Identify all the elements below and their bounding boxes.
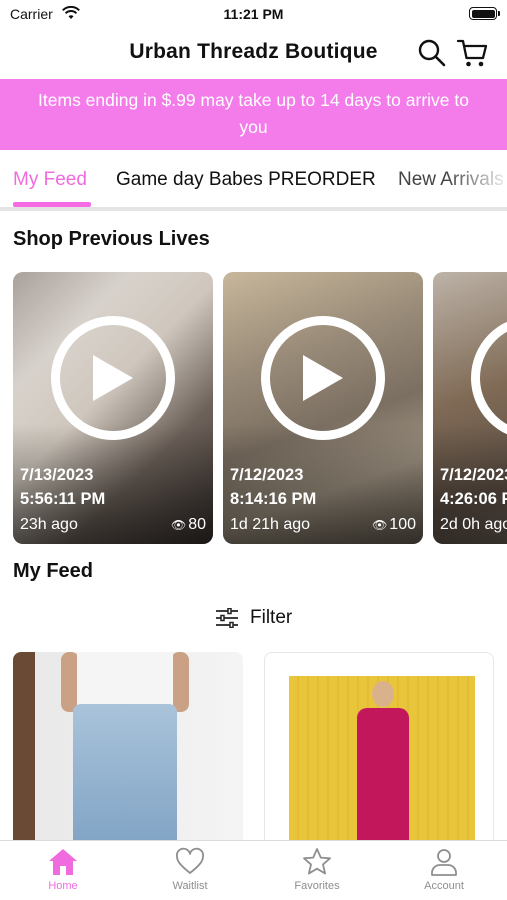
tab-favorites-label: Favorites <box>294 880 340 892</box>
star-icon <box>303 848 331 875</box>
live-date: 7/13/2023 <box>20 466 94 484</box>
previous-lives-carousel[interactable]: 7/13/2023 5:56:11 PM 23h ago 👁 80 7/12/20… <box>0 272 507 544</box>
live-ago: 2d 0h ago <box>440 516 507 533</box>
bottom-tab-bar: Home Waitlist Favorites Account <box>0 840 507 900</box>
tab-favorites[interactable]: Favorites <box>254 847 380 900</box>
product-image-part <box>73 704 177 852</box>
eye-icon: 👁 <box>372 518 388 532</box>
live-ago: 1d 21h ago <box>230 516 311 533</box>
live-date: 7/12/2023 <box>230 466 304 484</box>
promo-banner: Items ending in $.99 may take up to 14 d… <box>0 79 507 150</box>
tabs-divider <box>0 207 507 211</box>
live-time: 4:26:06 PM <box>440 490 507 508</box>
view-count: 👁 80 <box>171 516 206 534</box>
tab-new-arrivals[interactable]: New Arrivals <box>398 169 504 191</box>
tab-home[interactable]: Home <box>0 847 126 900</box>
person-icon <box>431 849 457 876</box>
search-icon[interactable] <box>415 36 449 70</box>
product-card[interactable] <box>13 652 243 852</box>
product-card[interactable] <box>264 652 494 852</box>
product-image-part <box>357 708 409 851</box>
section-title-my-feed: My Feed <box>13 560 94 582</box>
section-title-previous-lives: Shop Previous Lives <box>13 228 210 250</box>
tab-account[interactable]: Account <box>381 847 507 900</box>
category-tabs: My Feed Game day Babes PREORDER New Arri… <box>0 150 507 208</box>
tab-game-day-babes-preorder[interactable]: Game day Babes PREORDER <box>116 169 376 191</box>
filter-icon <box>215 607 239 633</box>
live-date: 7/12/2023 <box>440 466 507 484</box>
heart-icon <box>176 847 204 874</box>
view-count-value: 100 <box>389 516 416 533</box>
live-ago: 23h ago <box>20 516 78 533</box>
app-header: Urban Threadz Boutique <box>0 28 507 78</box>
tab-waitlist-label: Waitlist <box>172 880 208 892</box>
product-image-part <box>372 681 394 707</box>
home-icon <box>49 849 77 875</box>
live-time: 8:14:16 PM <box>230 490 317 508</box>
status-time: 11:21 PM <box>223 6 284 22</box>
tab-home-label: Home <box>48 880 78 892</box>
play-triangle <box>303 355 343 401</box>
status-bar: Carrier 11:21 PM <box>0 0 507 28</box>
filter-label: Filter <box>250 607 293 628</box>
live-time: 5:56:11 PM <box>20 490 106 508</box>
view-count: 👁 100 <box>372 516 416 534</box>
live-video-card[interactable]: 7/12/2023 4:26:06 PM 2d 0h ago <box>433 272 507 544</box>
battery-icon <box>469 7 500 20</box>
live-video-card[interactable]: 7/13/2023 5:56:11 PM 23h ago 👁 80 <box>13 272 213 544</box>
view-count-value: 80 <box>188 516 206 533</box>
tab-account-label: Account <box>424 880 464 892</box>
play-triangle <box>93 355 133 401</box>
cart-icon[interactable] <box>456 36 490 70</box>
live-video-card[interactable]: 7/12/2023 8:14:16 PM 1d 21h ago 👁 100 <box>223 272 423 544</box>
product-image-part <box>77 652 173 708</box>
product-image-part <box>171 652 189 712</box>
play-icon[interactable] <box>471 316 507 440</box>
tab-waitlist[interactable]: Waitlist <box>127 847 253 900</box>
eye-icon: 👁 <box>170 518 187 532</box>
tab-my-feed[interactable]: My Feed <box>13 169 87 191</box>
